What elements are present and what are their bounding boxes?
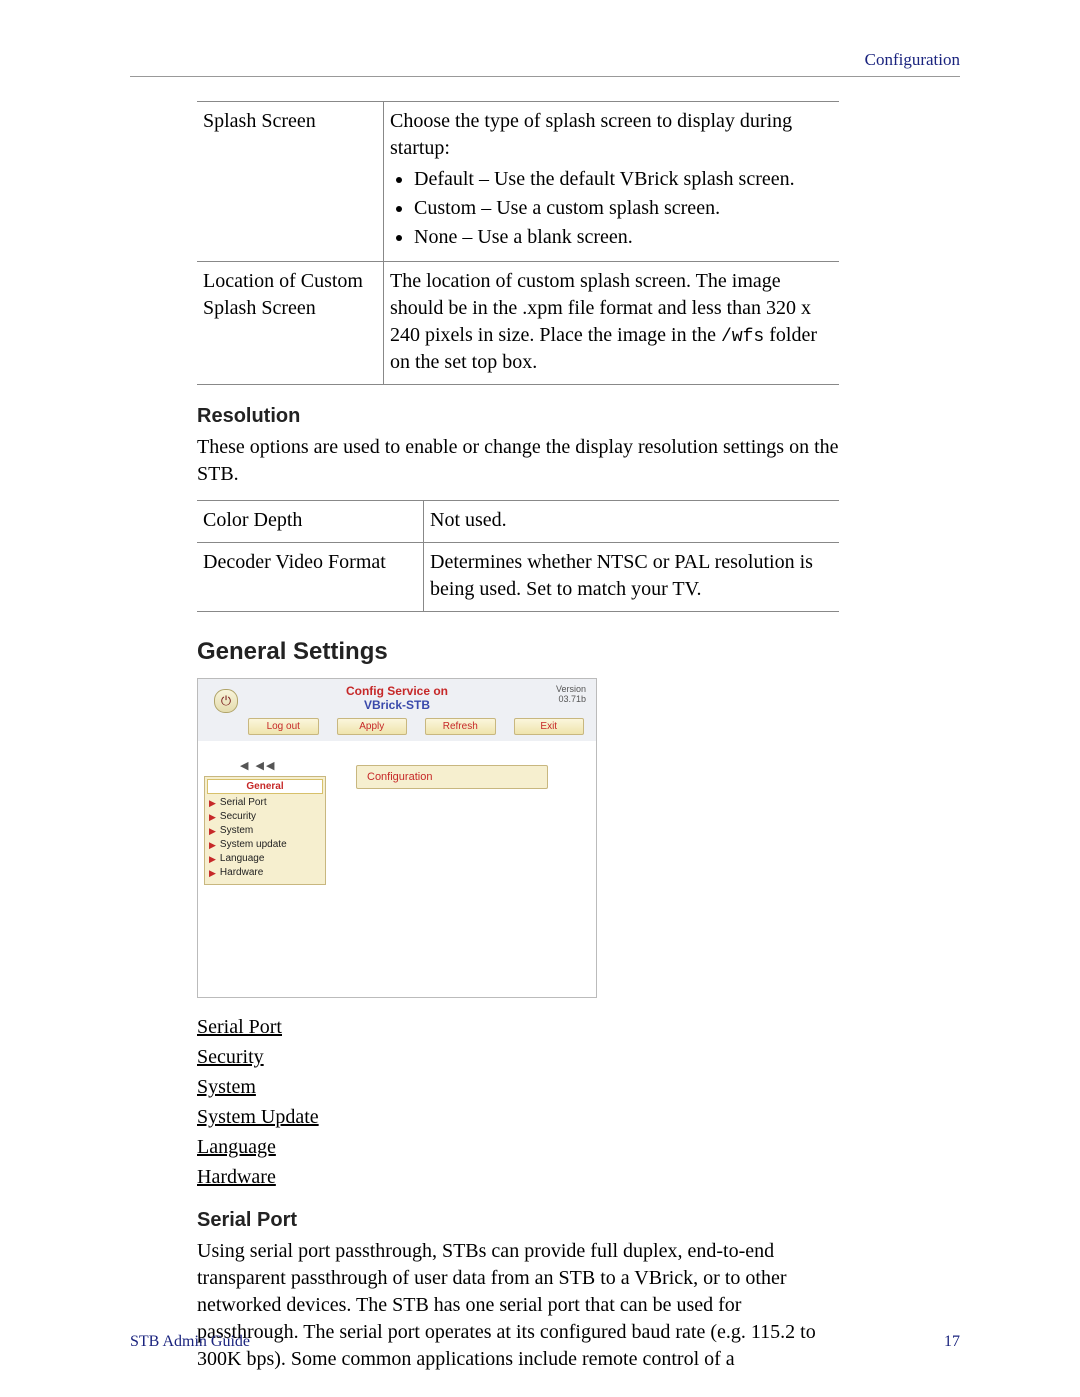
cell-label: Decoder Video Format: [197, 543, 424, 612]
link-system-update[interactable]: System Update: [197, 1106, 319, 1128]
serial-port-body: Using serial port passthrough, STBs can …: [197, 1238, 839, 1373]
cell-desc: Not used.: [424, 501, 840, 543]
refresh-button[interactable]: Refresh: [425, 718, 496, 735]
sidebar-item-hardware[interactable]: ▶ Hardware: [207, 866, 323, 880]
version-word: Version: [556, 684, 586, 694]
resolution-intro: These options are used to enable or chan…: [197, 434, 839, 488]
splash-table: Splash Screen Choose the type of splash …: [197, 101, 839, 385]
splash-list: Default – Use the default VBrick splash …: [390, 166, 829, 251]
triangle-icon: ▶: [209, 798, 216, 809]
sidebar-item-system-update[interactable]: ▶ System update: [207, 838, 323, 852]
cell-desc: The location of custom splash screen. Th…: [384, 262, 840, 385]
sidebar-item-label: System: [220, 825, 253, 837]
version-label: Version 03.71b: [556, 685, 586, 705]
table-row: Color Depth Not used.: [197, 501, 839, 543]
table-row: Location of Custom Splash Screen The loc…: [197, 262, 839, 385]
header-link: Configuration: [130, 50, 960, 70]
screenshot-header: ⏻ Config Service on VBrick-STB Version 0…: [198, 679, 596, 741]
link-language[interactable]: Language: [197, 1136, 276, 1158]
list-item: Custom – Use a custom splash screen.: [414, 195, 829, 222]
triangle-icon: ▶: [209, 854, 216, 865]
config-service-screenshot: ⏻ Config Service on VBrick-STB Version 0…: [197, 678, 597, 998]
table-row: Splash Screen Choose the type of splash …: [197, 102, 839, 262]
cell-desc: Choose the type of splash screen to disp…: [384, 102, 840, 262]
apply-button[interactable]: Apply: [337, 718, 408, 735]
sidebar-menu: General ▶ Serial Port ▶ Security ▶ System ▶…: [204, 776, 326, 885]
screenshot-sidebar: ◀ ◀◀ General ▶ Serial Port ▶ Security ▶ Sys…: [198, 741, 326, 997]
link-system[interactable]: System: [197, 1076, 256, 1098]
footer-page-number: 17: [944, 1333, 960, 1351]
inline-code: /wfs: [721, 327, 764, 347]
sidebar-item-serial-port[interactable]: ▶ Serial Port: [207, 796, 323, 810]
sidebar-item-label: Hardware: [220, 867, 263, 879]
link-security[interactable]: Security: [197, 1046, 264, 1068]
link-hardware[interactable]: Hardware: [197, 1166, 276, 1188]
sidebar-item-label: System update: [220, 839, 287, 851]
configuration-box[interactable]: Configuration: [356, 765, 548, 789]
title-line2: VBrick-STB: [364, 698, 430, 712]
title-line1: Config Service on: [346, 684, 448, 698]
nav-arrows-icon[interactable]: ◀ ◀◀: [204, 759, 326, 772]
resolution-heading: Resolution: [197, 405, 839, 428]
exit-button[interactable]: Exit: [514, 718, 585, 735]
footer-guide-name: STB Admin Guide: [130, 1333, 250, 1351]
sidebar-item-language[interactable]: ▶ Language: [207, 852, 323, 866]
cell-label: Splash Screen: [197, 102, 384, 262]
splash-intro: Choose the type of splash screen to disp…: [390, 110, 792, 159]
sidebar-item-system[interactable]: ▶ System: [207, 824, 323, 838]
triangle-icon: ▶: [209, 840, 216, 851]
header-button-row: Log out Apply Refresh Exit: [248, 718, 584, 735]
cell-label: Location of Custom Splash Screen: [197, 262, 384, 385]
version-value: 03.71b: [558, 694, 586, 704]
triangle-icon: ▶: [209, 812, 216, 823]
triangle-icon: ▶: [209, 826, 216, 837]
cell-label: Color Depth: [197, 501, 424, 543]
screenshot-content: Configuration: [326, 741, 596, 997]
triangle-icon: ▶: [209, 868, 216, 879]
sidebar-item-security[interactable]: ▶ Security: [207, 810, 323, 824]
table-row: Decoder Video Format Determines whether …: [197, 543, 839, 612]
screenshot-body: ◀ ◀◀ General ▶ Serial Port ▶ Security ▶ Sys…: [198, 741, 596, 997]
sidebar-item-label: Security: [220, 811, 256, 823]
resolution-table: Color Depth Not used. Decoder Video Form…: [197, 500, 839, 612]
list-item: None – Use a blank screen.: [414, 224, 829, 251]
sidebar-item-general[interactable]: General: [207, 779, 323, 794]
general-settings-heading: General Settings: [197, 638, 839, 666]
header-rule: [130, 76, 960, 77]
page-footer: STB Admin Guide 17: [130, 1333, 960, 1351]
link-serial-port[interactable]: Serial Port: [197, 1016, 282, 1038]
cell-desc: Determines whether NTSC or PAL resolutio…: [424, 543, 840, 612]
logout-button[interactable]: Log out: [248, 718, 319, 735]
list-item: Default – Use the default VBrick splash …: [414, 166, 829, 193]
screenshot-title: Config Service on VBrick-STB: [198, 685, 596, 713]
sidebar-item-label: Serial Port: [220, 797, 267, 809]
serial-port-heading: Serial Port: [197, 1209, 839, 1232]
sidebar-item-label: Language: [220, 853, 265, 865]
